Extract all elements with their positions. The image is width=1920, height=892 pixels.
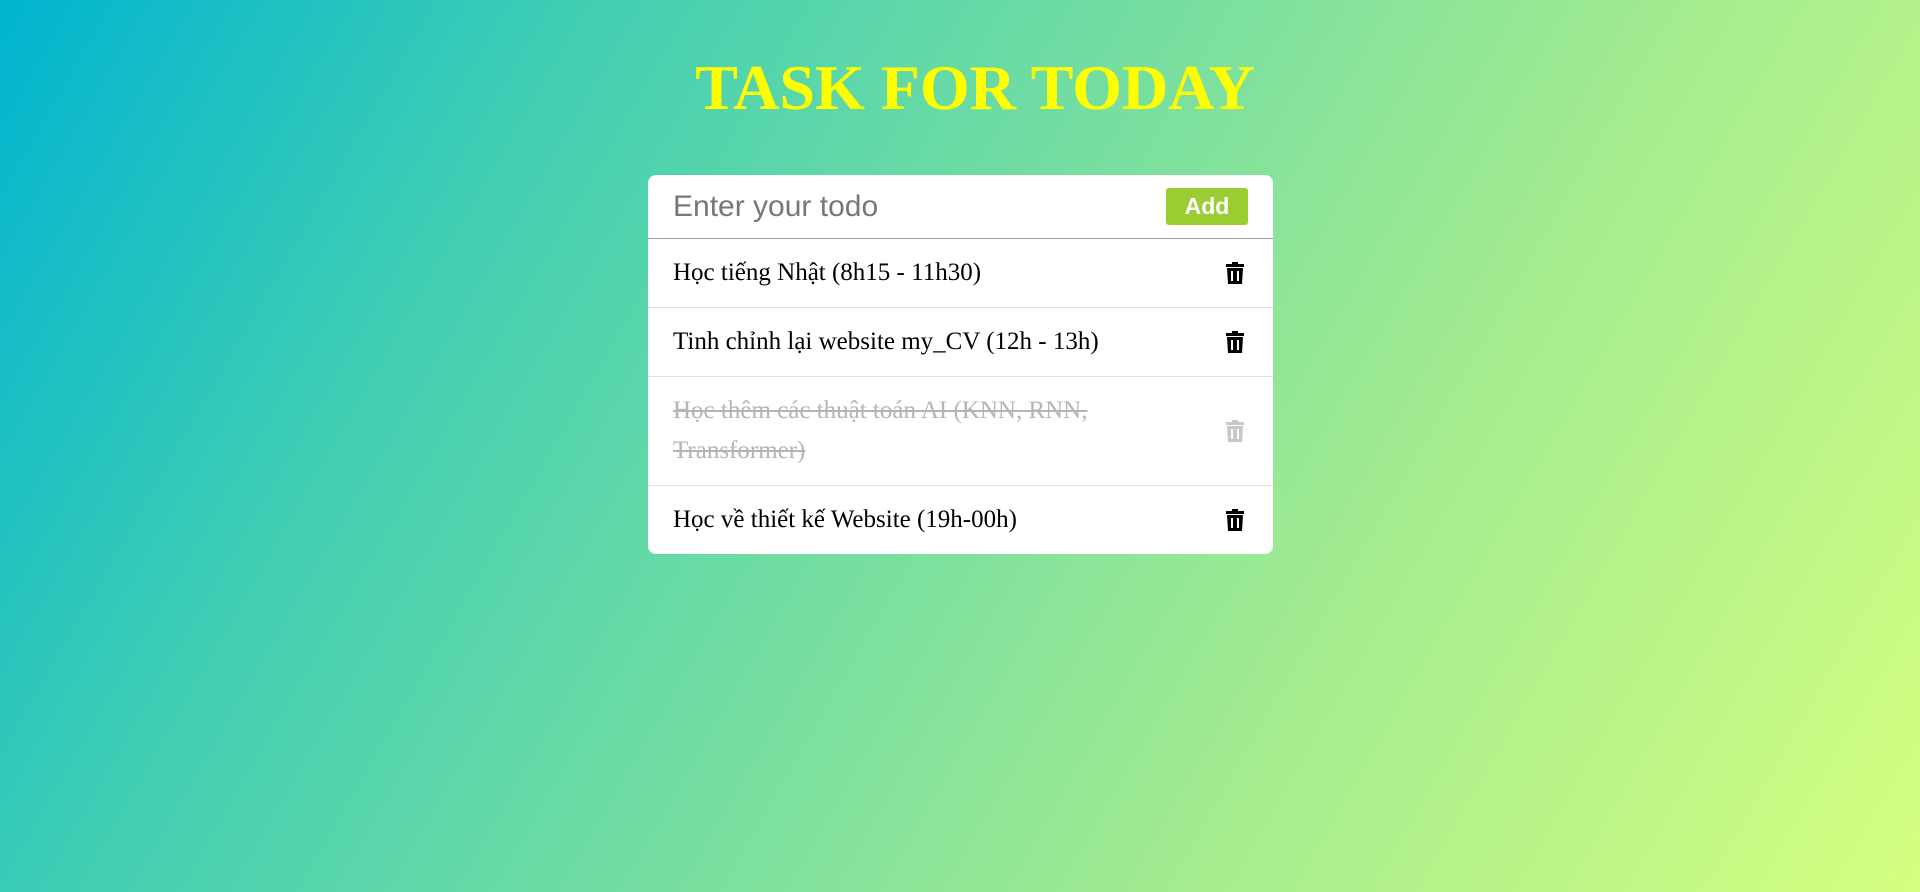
add-button[interactable]: Add	[1166, 188, 1248, 225]
todo-item-completed[interactable]: Học thêm các thuật toán AI (KNN, RNN, Tr…	[648, 377, 1273, 486]
todo-item-text[interactable]: Học về thiết kế Website (19h-00h)	[673, 500, 1017, 540]
todo-item-text[interactable]: Tinh chỉnh lại website my_CV (12h - 13h)	[673, 322, 1099, 362]
trash-icon[interactable]	[1224, 508, 1246, 532]
trash-icon[interactable]	[1224, 261, 1246, 285]
todo-item[interactable]: Học về thiết kế Website (19h-00h)	[648, 486, 1273, 554]
todo-item-text[interactable]: Học thêm các thuật toán AI (KNN, RNN, Tr…	[673, 391, 1113, 471]
todo-form: Add	[648, 175, 1273, 239]
todo-item[interactable]: Tinh chỉnh lại website my_CV (12h - 13h)	[648, 308, 1273, 377]
trash-icon[interactable]	[1224, 330, 1246, 354]
page-title: TASK FOR TODAY	[695, 52, 1255, 123]
todo-input[interactable]	[673, 189, 1133, 224]
todo-item[interactable]: Học tiếng Nhật (8h15 - 11h30)	[648, 239, 1273, 308]
todo-card: Add Học tiếng Nhật (8h15 - 11h30) Tinh c…	[648, 175, 1273, 554]
trash-icon[interactable]	[1224, 419, 1246, 443]
todo-item-text[interactable]: Học tiếng Nhật (8h15 - 11h30)	[673, 253, 981, 293]
